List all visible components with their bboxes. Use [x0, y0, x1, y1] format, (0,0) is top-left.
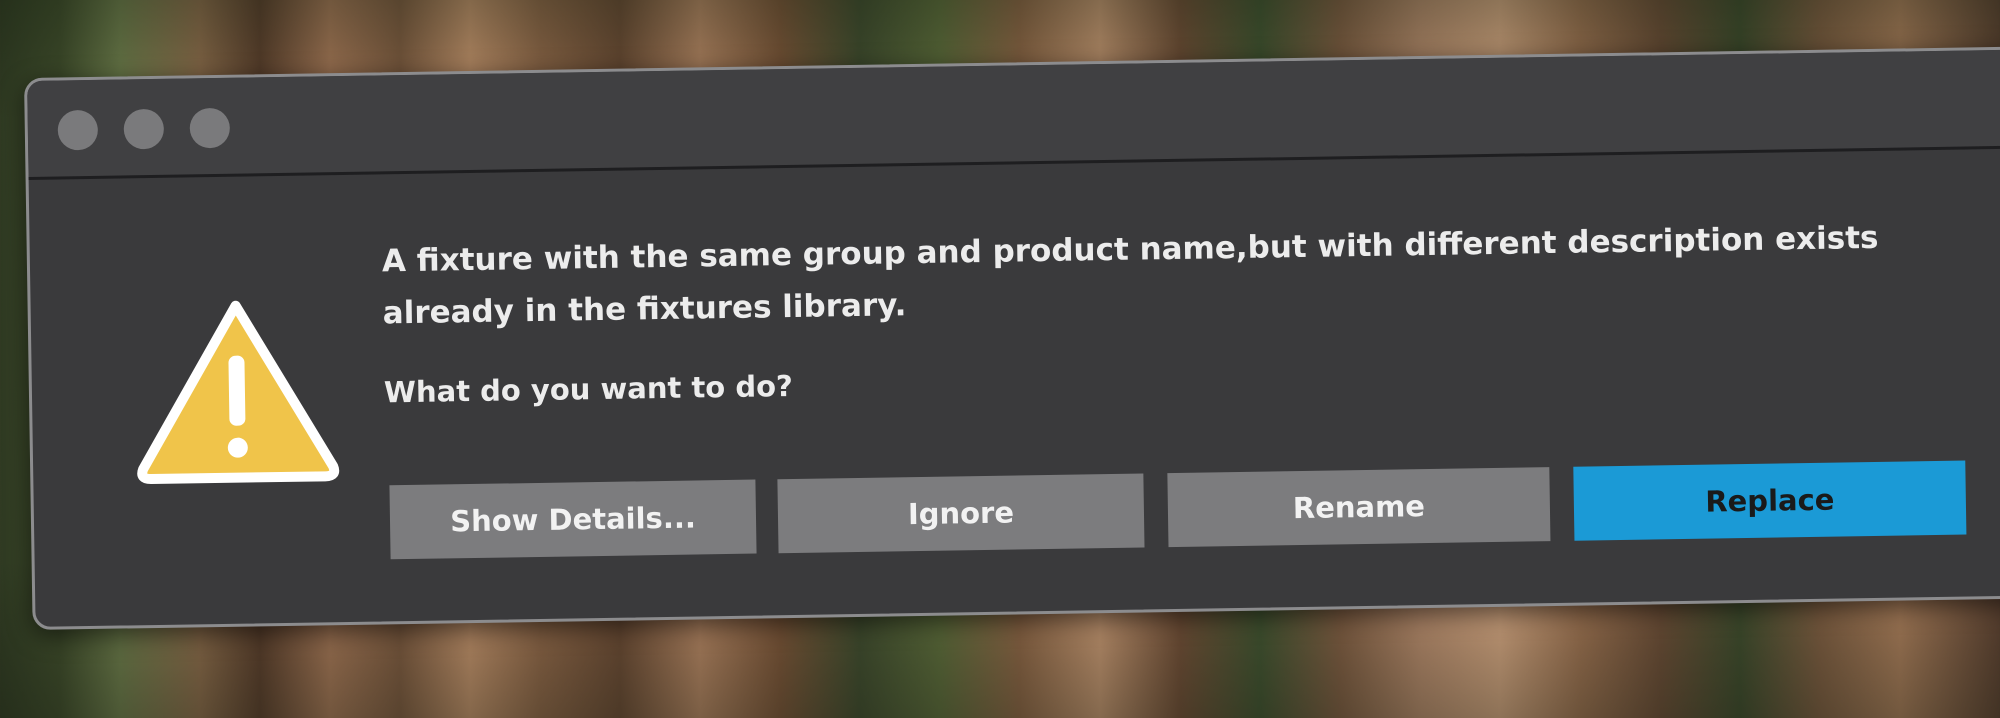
minimize-window-button[interactable] — [123, 108, 165, 150]
warning-triangle-icon — [130, 294, 343, 487]
alert-dialog: A fixture with the same group and produc… — [24, 46, 2000, 630]
alert-message: A fixture with the same group and produc… — [381, 219, 1879, 332]
ignore-button[interactable]: Ignore — [777, 473, 1145, 554]
zoom-window-button[interactable] — [189, 107, 231, 149]
alert-question: What do you want to do? — [383, 368, 794, 410]
replace-button[interactable]: Replace — [1573, 460, 1967, 541]
show-details-button[interactable]: Show Details... — [389, 479, 757, 560]
close-window-button[interactable] — [57, 109, 99, 151]
rename-button[interactable]: Rename — [1167, 467, 1551, 548]
